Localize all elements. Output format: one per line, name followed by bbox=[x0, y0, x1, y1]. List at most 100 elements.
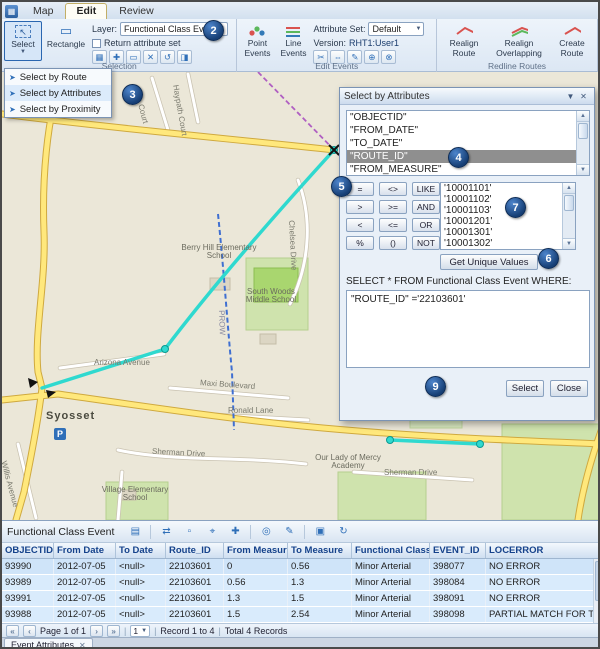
switch-selection-icon[interactable]: ⇄ bbox=[156, 523, 176, 540]
return-attribute-set-checkbox[interactable] bbox=[92, 39, 101, 48]
cell: 398098 bbox=[430, 607, 486, 622]
tab-edit[interactable]: Edit bbox=[65, 3, 107, 19]
value-item[interactable]: '10001201' bbox=[441, 216, 575, 227]
field-item[interactable]: "OBJECTID" bbox=[347, 111, 589, 124]
get-unique-values-button[interactable]: Get Unique Values bbox=[440, 254, 538, 270]
not-equals-operator-button[interactable]: <> bbox=[379, 182, 407, 196]
column-header[interactable]: EVENT_ID bbox=[430, 543, 486, 558]
value-item[interactable]: '10001302' bbox=[441, 238, 575, 249]
realign-route-icon bbox=[455, 24, 473, 38]
column-header[interactable]: LOCERROR bbox=[486, 543, 600, 558]
close-tab-icon[interactable]: ✕ bbox=[79, 641, 86, 649]
scroll-up-icon[interactable]: ▲ bbox=[563, 183, 575, 194]
percent-operator-button[interactable]: % bbox=[346, 236, 374, 250]
column-header[interactable]: To Date bbox=[116, 543, 166, 558]
less-than-operator-button[interactable]: < bbox=[346, 218, 374, 232]
redline-routes-group: Realign Route Realign Overlapping + Crea… bbox=[437, 19, 598, 72]
select-confirm-button[interactable]: Select bbox=[506, 380, 544, 397]
table-row[interactable]: 93991 2012-07-05 <null> 22103601 1.3 1.5… bbox=[2, 591, 600, 607]
field-list[interactable]: "OBJECTID" "FROM_DATE" "TO_DATE" "ROUTE_… bbox=[346, 110, 590, 176]
scroll-up-icon[interactable]: ▲ bbox=[577, 111, 589, 122]
scrollbar-thumb[interactable] bbox=[578, 123, 588, 139]
attribute-set-select[interactable]: Default ▼ bbox=[368, 22, 424, 36]
column-header[interactable]: To Measure bbox=[288, 543, 352, 558]
greater-equal-operator-button[interactable]: >= bbox=[379, 200, 407, 214]
options-icon[interactable]: ▤ bbox=[125, 523, 145, 540]
dialog-title-bar[interactable]: Select by Attributes ▼ ✕ bbox=[340, 88, 594, 105]
line-events-button[interactable]: Line Events bbox=[275, 21, 311, 61]
highlight-route-icon[interactable]: ◎ bbox=[256, 523, 276, 540]
return-attribute-set-label: Return attribute set bbox=[104, 38, 181, 48]
field-item[interactable]: "TO_DATE" bbox=[347, 137, 589, 150]
tab-map[interactable]: Map bbox=[22, 3, 64, 19]
column-header[interactable]: From Measure bbox=[224, 543, 288, 558]
cell: 22103601 bbox=[166, 607, 224, 622]
refresh-icon[interactable]: ↻ bbox=[333, 523, 353, 540]
table-title: Functional Class Event bbox=[7, 526, 114, 538]
like-operator-button[interactable]: LIKE bbox=[412, 182, 440, 196]
cell: 93991 bbox=[2, 591, 54, 606]
select-by-attributes-icon: ➤ bbox=[9, 89, 16, 98]
less-equal-operator-button[interactable]: <= bbox=[379, 218, 407, 232]
pan-to-selection-icon[interactable]: ✚ bbox=[225, 523, 245, 540]
create-route-button[interactable]: + Create Route bbox=[549, 21, 595, 61]
parentheses-operator-button[interactable]: () bbox=[379, 236, 407, 250]
menu-item-select-by-route[interactable]: ➤ Select by Route bbox=[5, 69, 111, 85]
and-operator-button[interactable]: AND bbox=[412, 200, 440, 214]
scroll-down-icon[interactable]: ▼ bbox=[577, 164, 589, 175]
table-scrollbar[interactable] bbox=[593, 559, 600, 623]
zoom-to-selection-icon[interactable]: ⌖ bbox=[202, 523, 222, 540]
scrollbar-thumb[interactable] bbox=[595, 561, 600, 601]
clear-selection-icon[interactable]: ▫ bbox=[179, 523, 199, 540]
realign-route-button[interactable]: Realign Route bbox=[439, 21, 489, 61]
chevron-down-icon: ▼ bbox=[141, 628, 147, 634]
cell: 0.56 bbox=[224, 575, 288, 590]
tab-event-attributes[interactable]: Event Attributes ✕ bbox=[4, 638, 93, 649]
tab-review[interactable]: Review bbox=[108, 3, 164, 19]
column-header[interactable]: Route_ID bbox=[166, 543, 224, 558]
next-page-button[interactable]: › bbox=[90, 625, 103, 637]
select-by-proximity-icon: ➤ bbox=[9, 105, 16, 114]
table-row[interactable]: 93989 2012-07-05 <null> 22103601 0.56 1.… bbox=[2, 575, 600, 591]
app-icon[interactable]: ▦ bbox=[5, 5, 18, 18]
menu-item-select-by-proximity[interactable]: ➤ Select by Proximity bbox=[5, 101, 111, 117]
select-button-label: Select bbox=[11, 40, 35, 49]
previous-page-button[interactable]: ‹ bbox=[23, 625, 36, 637]
table-row[interactable]: 93990 2012-07-05 <null> 22103601 0 0.56 … bbox=[2, 559, 600, 575]
where-clause-input[interactable]: "ROUTE_ID" ='22103601' bbox=[346, 290, 590, 368]
table-row[interactable]: 93988 2012-07-05 <null> 22103601 1.5 2.5… bbox=[2, 607, 600, 623]
edit-record-icon[interactable]: ✎ bbox=[279, 523, 299, 540]
column-header[interactable]: Functional Class bbox=[352, 543, 430, 558]
column-header[interactable]: OBJECTID bbox=[2, 543, 54, 558]
value-item[interactable]: '10001101' bbox=[441, 183, 575, 194]
value-item[interactable]: '10001301' bbox=[441, 227, 575, 238]
close-button[interactable]: Close bbox=[550, 380, 588, 397]
unique-values-list[interactable]: '10001101' '10001102' '10001103' '100012… bbox=[440, 182, 576, 250]
cell: 398077 bbox=[430, 559, 486, 574]
greater-than-operator-button[interactable]: > bbox=[346, 200, 374, 214]
scroll-down-icon[interactable]: ▼ bbox=[563, 238, 575, 249]
first-page-button[interactable]: « bbox=[6, 625, 19, 637]
page-size-select[interactable]: 1 ▼ bbox=[130, 625, 150, 637]
save-edits-icon[interactable]: ▣ bbox=[310, 523, 330, 540]
menu-item-select-by-attributes[interactable]: ➤ Select by Attributes bbox=[5, 85, 111, 101]
callout-4: 4 bbox=[448, 147, 469, 168]
rectangle-button[interactable]: ▭ Rectangle bbox=[42, 21, 90, 61]
field-item[interactable]: "FROM_MEASURE" bbox=[347, 163, 589, 176]
scrollbar-thumb[interactable] bbox=[564, 195, 574, 211]
last-page-button[interactable]: » bbox=[107, 625, 120, 637]
realign-overlapping-button[interactable]: Realign Overlapping bbox=[491, 21, 547, 61]
or-operator-button[interactable]: OR bbox=[412, 218, 440, 232]
chevron-down-icon[interactable]: ▼ bbox=[564, 90, 577, 102]
close-icon[interactable]: ✕ bbox=[577, 90, 590, 102]
point-events-button[interactable]: Point Events bbox=[239, 21, 275, 61]
field-list-scrollbar[interactable]: ▲ ▼ bbox=[576, 111, 589, 175]
cell: <null> bbox=[116, 559, 166, 574]
not-operator-button[interactable]: NOT bbox=[412, 236, 440, 250]
column-header[interactable]: From Date bbox=[54, 543, 116, 558]
values-list-scrollbar[interactable]: ▲ ▼ bbox=[562, 183, 575, 249]
select-button[interactable]: ↖ Select ▼ bbox=[4, 21, 42, 61]
field-item[interactable]: "FROM_DATE" bbox=[347, 124, 589, 137]
event-settings-column: Attribute Set: Default ▼ Version: RHT1:U… bbox=[311, 21, 433, 61]
point-events-label: Point Events bbox=[241, 39, 273, 58]
